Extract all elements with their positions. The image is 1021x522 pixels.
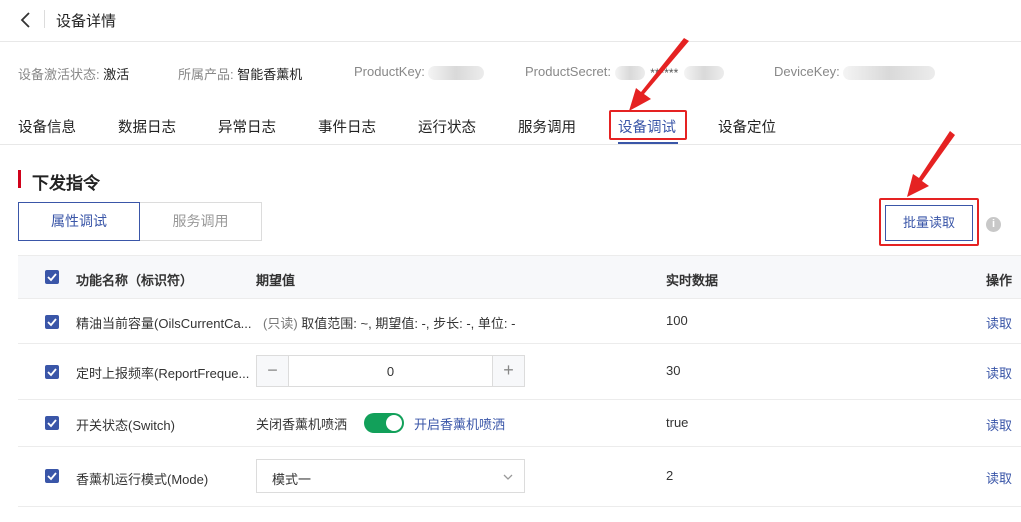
table-row: 开关状态(Switch) 关闭香薰机喷洒 开启香薰机喷洒 true 读取 — [18, 400, 1021, 447]
read-link[interactable]: 读取 — [986, 313, 1012, 332]
check-icon — [47, 368, 57, 377]
product-secret: ProductSecret: ****** — [525, 64, 724, 80]
read-link[interactable]: 读取 — [986, 415, 1012, 434]
table-row: 精油当前容量(OilsCurrentCa... (只读) 取值范围: ~, 期望… — [18, 299, 1021, 344]
tab-device-info[interactable]: 设备信息 — [18, 116, 76, 137]
tab-event-log[interactable]: 事件日志 — [318, 116, 376, 137]
check-icon — [47, 472, 57, 481]
check-icon — [47, 419, 57, 428]
report-frequency-stepper: − + — [256, 355, 525, 387]
activation-label: 设备激活状态: — [18, 67, 100, 82]
product-key-mask — [428, 65, 485, 80]
spray-toggle-switch[interactable] — [364, 413, 404, 433]
active-tab-underline — [618, 142, 678, 144]
detail-tabs: 设备信息 数据日志 异常日志 事件日志 运行状态 服务调用 设备调试 设备定位 — [0, 104, 1021, 145]
read-link[interactable]: 读取 — [986, 363, 1012, 382]
product-key: ProductKey: — [354, 64, 485, 80]
header-expected: 期望值 — [256, 273, 296, 288]
table-header: 功能名称（标识符） 期望值 实时数据 操作 — [18, 256, 1021, 299]
header-realtime: 实时数据 — [666, 273, 719, 288]
info-icon[interactable]: i — [986, 217, 1001, 232]
chevron-down-icon — [503, 474, 513, 480]
product-secret-label: ProductSecret: — [525, 64, 611, 79]
row-checkbox[interactable] — [45, 365, 59, 379]
row-name: 精油当前容量(OilsCurrentCa... — [76, 316, 252, 331]
row-name: 定时上报频率(ReportFreque... — [76, 366, 250, 381]
switch-off-label: 关闭香薰机喷洒 — [256, 417, 348, 432]
activation-status: 设备激活状态: 激活 — [18, 64, 129, 83]
row-checkbox[interactable] — [45, 469, 59, 483]
switch-on-label: 开启香薰机喷洒 — [414, 417, 506, 432]
tab-data-log[interactable]: 数据日志 — [118, 116, 176, 137]
mode-select-value: 模式一 — [272, 472, 312, 487]
tab-exception-log[interactable]: 异常日志 — [218, 116, 276, 137]
row-expected-info: (只读) 取值范围: ~, 期望值: -, 步长: -, 单位: - — [263, 313, 515, 332]
product-secret-mask-right — [683, 65, 724, 80]
section-accent-bar — [18, 170, 21, 188]
table-row: 香薰机运行模式(Mode) 模式一 2 读取 — [18, 447, 1021, 507]
check-icon — [47, 318, 57, 327]
device-key: DeviceKey: — [774, 64, 936, 80]
row-checkbox[interactable] — [45, 315, 59, 329]
activation-value: 激活 — [103, 67, 130, 82]
tab-service-invoke[interactable]: 服务调用 — [140, 202, 262, 241]
row-name: 香薰机运行模式(Mode) — [76, 472, 209, 487]
product-secret-visible: ****** — [650, 65, 679, 80]
row-realtime: 100 — [666, 313, 688, 328]
stepper-minus-button[interactable]: − — [257, 356, 289, 386]
stepper-plus-button[interactable]: + — [492, 356, 524, 386]
device-key-mask — [843, 65, 936, 80]
product-value: 智能香薰机 — [237, 67, 303, 82]
read-link[interactable]: 读取 — [986, 468, 1012, 487]
tab-device-location[interactable]: 设备定位 — [718, 116, 776, 137]
page-title: 设备详情 — [56, 13, 117, 30]
header-divider — [44, 10, 45, 28]
readonly-tag: (只读) — [263, 316, 298, 331]
row-checkbox[interactable] — [45, 416, 59, 430]
batch-read-button[interactable]: 批量读取 — [885, 205, 973, 241]
tab-attribute-debug[interactable]: 属性调试 — [18, 202, 140, 241]
switch-knob — [386, 415, 402, 431]
range-description: 取值范围: ~, 期望值: -, 步长: -, 单位: - — [301, 316, 516, 331]
tab-device-debug[interactable]: 设备调试 — [618, 116, 676, 137]
product-key-label: ProductKey: — [354, 64, 425, 79]
row-name: 开关状态(Switch) — [76, 418, 175, 433]
property-table: 功能名称（标识符） 期望值 实时数据 操作 精油当前容量(OilsCurrent… — [18, 255, 1021, 522]
row-realtime: 30 — [666, 363, 681, 378]
product-info: 所属产品: 智能香薰机 — [178, 64, 302, 83]
row-realtime: true — [666, 415, 689, 430]
device-key-label: DeviceKey: — [774, 64, 840, 79]
header-name: 功能名称（标识符） — [76, 273, 194, 288]
mode-select[interactable]: 模式一 — [256, 459, 525, 493]
back-arrow-icon[interactable] — [14, 8, 38, 32]
tab-service-call[interactable]: 服务调用 — [518, 116, 576, 137]
product-secret-mask-left — [614, 65, 645, 80]
table-row: 定时上报频率(ReportFreque... − + 30 读取 — [18, 344, 1021, 400]
tab-run-status[interactable]: 运行状态 — [418, 116, 476, 137]
row-realtime: 2 — [666, 468, 674, 483]
select-all-checkbox[interactable] — [45, 270, 59, 284]
check-icon — [47, 273, 57, 282]
product-label: 所属产品: — [178, 67, 234, 82]
page-header: 设备详情 — [0, 0, 1021, 42]
header-action: 操作 — [986, 273, 1013, 288]
section-title: 下发指令 — [32, 174, 100, 193]
stepper-value-input[interactable] — [289, 356, 492, 386]
